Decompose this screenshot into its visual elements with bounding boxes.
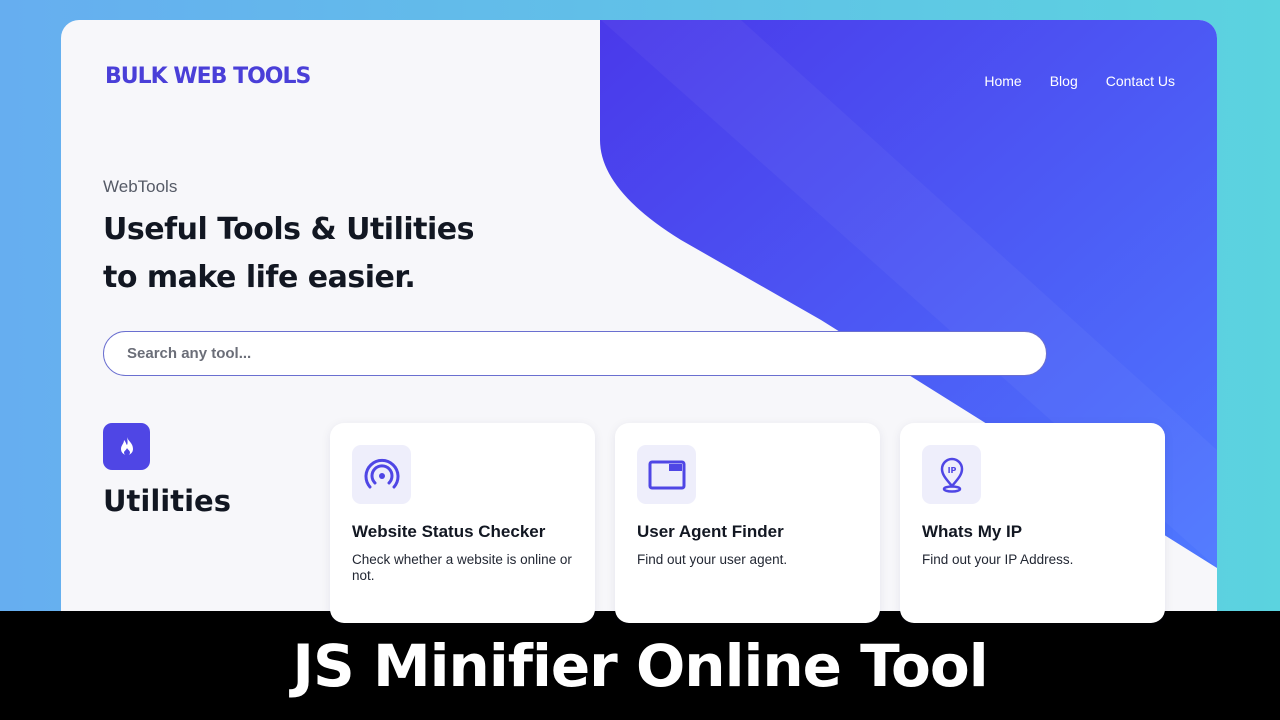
tool-title: User Agent Finder [637, 522, 784, 541]
nav-contact-us[interactable]: Contact Us [1106, 73, 1175, 89]
svg-text:IP: IP [947, 466, 956, 475]
brand-logo[interactable]: BULK WEB TOOLS [105, 64, 311, 89]
tool-title: Whats My IP [922, 522, 1023, 541]
search-input[interactable] [127, 345, 1046, 362]
tool-description: Find out your user agent. [637, 552, 788, 567]
tool-card-user-agent[interactable]: User Agent Finder Find out your user age… [615, 423, 880, 623]
search-box[interactable] [103, 331, 1047, 376]
headline-line-2: to make life easier. [103, 260, 416, 295]
caption-bar: JS Minifier Online Tool [0, 611, 1280, 720]
hero-eyebrow: WebTools [103, 177, 178, 196]
broadcast-icon [352, 445, 411, 504]
tool-card-whats-my-ip[interactable]: IP Whats My IP Find out your IP Address. [900, 423, 1165, 623]
hero-headline: Useful Tools & Utilities to make life ea… [103, 206, 623, 302]
browser-window-icon [637, 445, 696, 504]
tool-title: Website Status Checker [352, 522, 546, 541]
tool-description: Find out your IP Address. [922, 552, 1074, 567]
video-caption: JS Minifier Online Tool [292, 631, 988, 700]
nav-home[interactable]: Home [984, 73, 1021, 89]
nav-blog[interactable]: Blog [1050, 73, 1078, 89]
headline-line-1: Useful Tools & Utilities [103, 212, 474, 247]
tool-description: Check whether a website is online or not… [352, 552, 572, 583]
flame-icon [103, 423, 150, 470]
ip-location-pin-icon: IP [922, 445, 981, 504]
category-title: Utilities [103, 484, 231, 518]
top-nav: Home Blog Contact Us [984, 73, 1175, 89]
app-window: BULK WEB TOOLS Home Blog Contact Us WebT… [61, 20, 1217, 660]
tool-card-website-status[interactable]: Website Status Checker Check whether a w… [330, 423, 595, 623]
